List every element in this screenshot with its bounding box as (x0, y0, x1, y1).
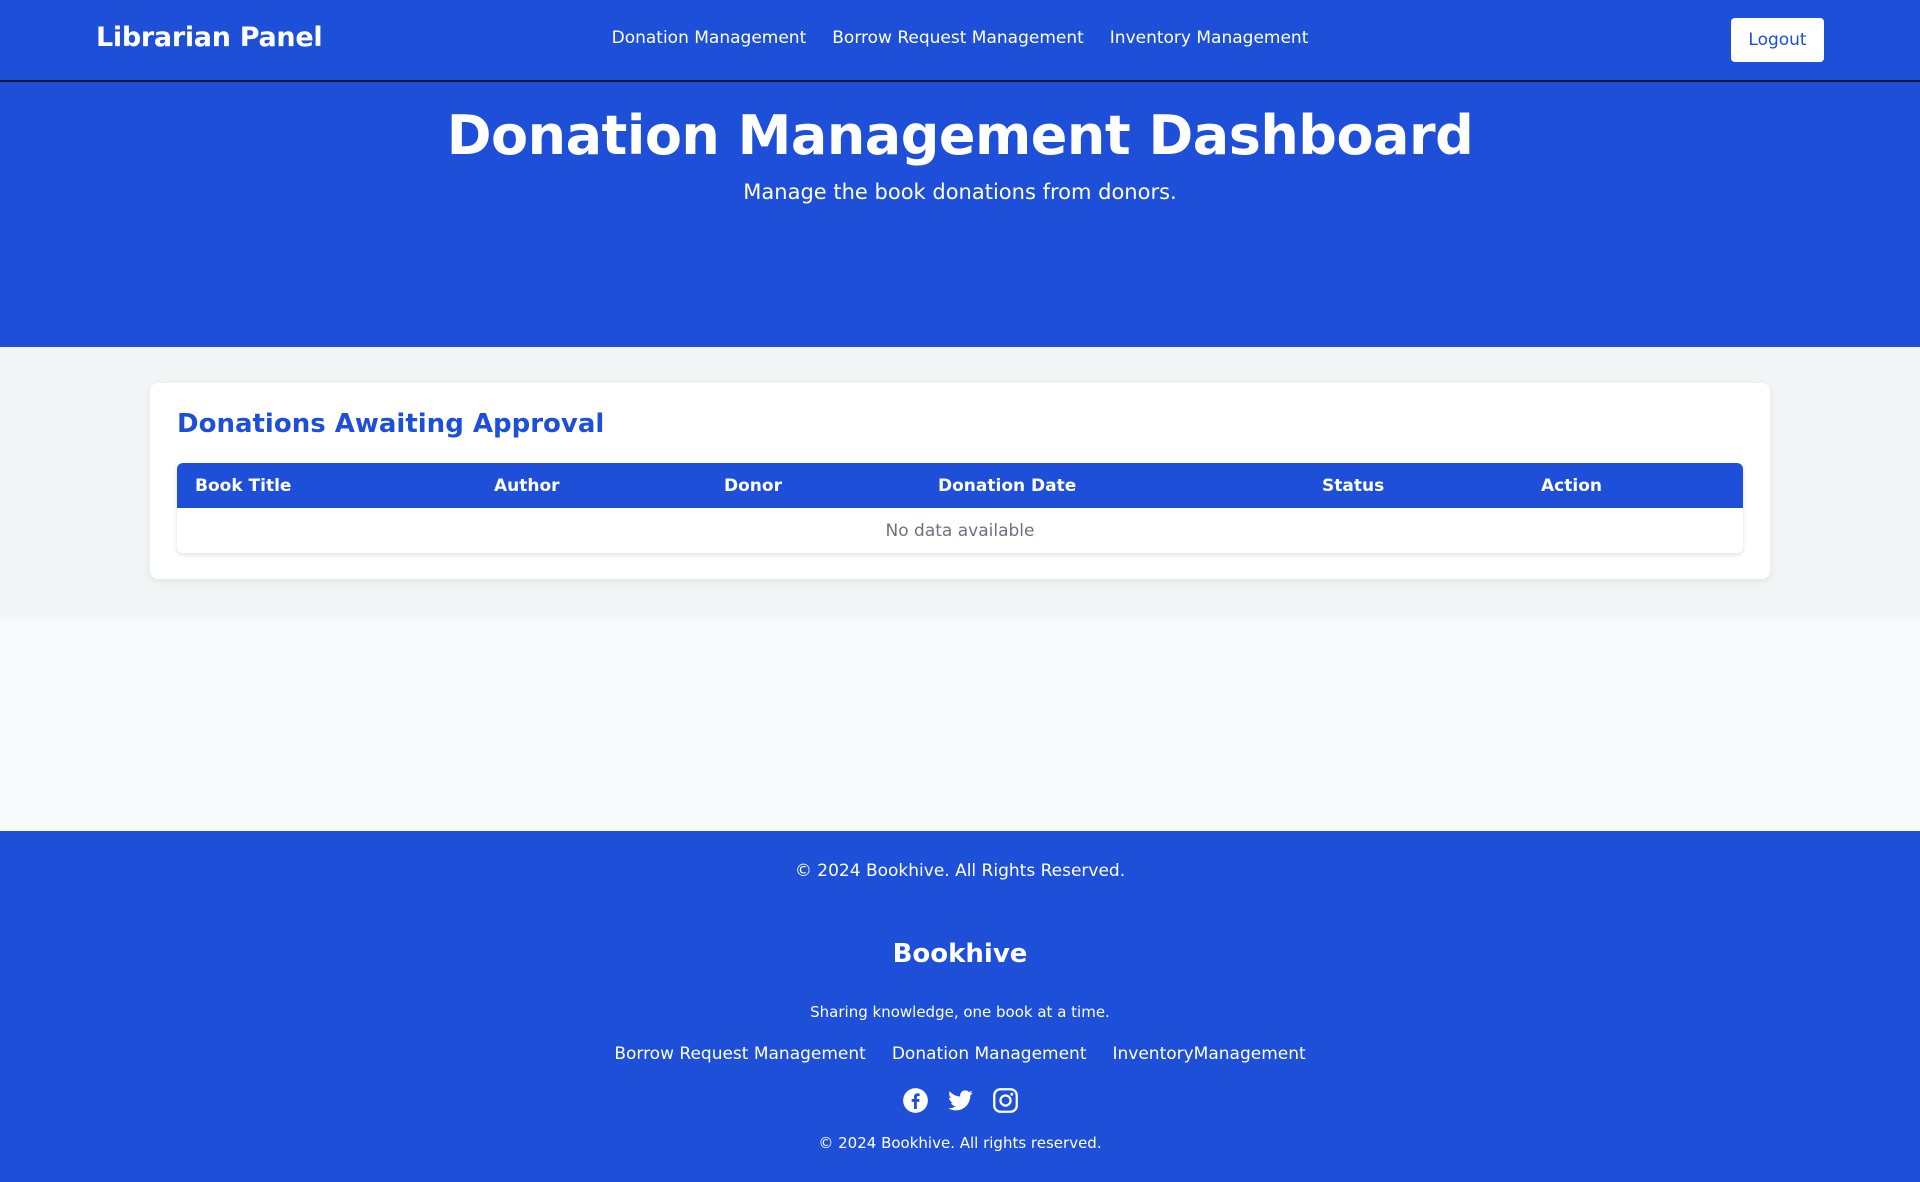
social-icons (0, 1087, 1920, 1114)
empty-state-text: No data available (177, 508, 1743, 553)
facebook-icon[interactable] (902, 1087, 929, 1114)
footer-link-donation-management[interactable]: Donation Management (892, 1044, 1087, 1064)
nav-link-donation-management[interactable]: Donation Management (612, 28, 807, 48)
page-subtitle: Manage the book donations from donors. (743, 180, 1177, 204)
brand-title: Librarian Panel (96, 22, 323, 53)
donations-card: Donations Awaiting Approval Book Title A… (150, 383, 1770, 579)
column-header-book-title: Book Title (195, 475, 292, 496)
footer-link-borrow-request-management[interactable]: Borrow Request Management (614, 1044, 866, 1064)
column-header-donation-date: Donation Date (938, 475, 1077, 496)
footer-brand: Bookhive (892, 939, 1028, 969)
column-header-author: Author (494, 475, 560, 496)
instagram-icon[interactable] (992, 1087, 1019, 1114)
footer-links: Borrow Request Management Donation Manag… (0, 1044, 1920, 1064)
nav-link-borrow-request-management[interactable]: Borrow Request Management (832, 28, 1084, 48)
hero-banner: Donation Management Dashboard Manage the… (0, 82, 1920, 347)
column-header-status: Status (1322, 475, 1385, 496)
page-title: Donation Management Dashboard (446, 104, 1474, 167)
card-title: Donations Awaiting Approval (177, 409, 605, 439)
column-header-donor: Donor (724, 475, 782, 496)
table-row: No data available (177, 508, 1743, 553)
twitter-icon[interactable] (947, 1087, 974, 1114)
top-navbar: Librarian Panel Donation Management Borr… (0, 0, 1920, 82)
footer-copyright-bottom: © 2024 Bookhive. All rights reserved. (818, 1134, 1102, 1152)
table-header-row: Book Title Author Donor Donation Date St… (177, 463, 1743, 508)
footer-link-inventory-management[interactable]: InventoryManagement (1112, 1044, 1305, 1064)
footer-copyright-top: © 2024 Bookhive. All Rights Reserved. (794, 861, 1126, 881)
footer-tagline: Sharing knowledge, one book at a time. (810, 1003, 1110, 1021)
donations-table-wrapper: Book Title Author Donor Donation Date St… (177, 463, 1743, 553)
logout-button[interactable]: Logout (1731, 18, 1824, 62)
nav-link-inventory-management[interactable]: Inventory Management (1110, 28, 1309, 48)
main-content: Donations Awaiting Approval Book Title A… (0, 347, 1920, 617)
column-header-action: Action (1541, 475, 1602, 496)
blank-area (0, 617, 1920, 831)
donations-table: Book Title Author Donor Donation Date St… (177, 463, 1743, 553)
footer: © 2024 Bookhive. All Rights Reserved. Bo… (0, 831, 1920, 1182)
